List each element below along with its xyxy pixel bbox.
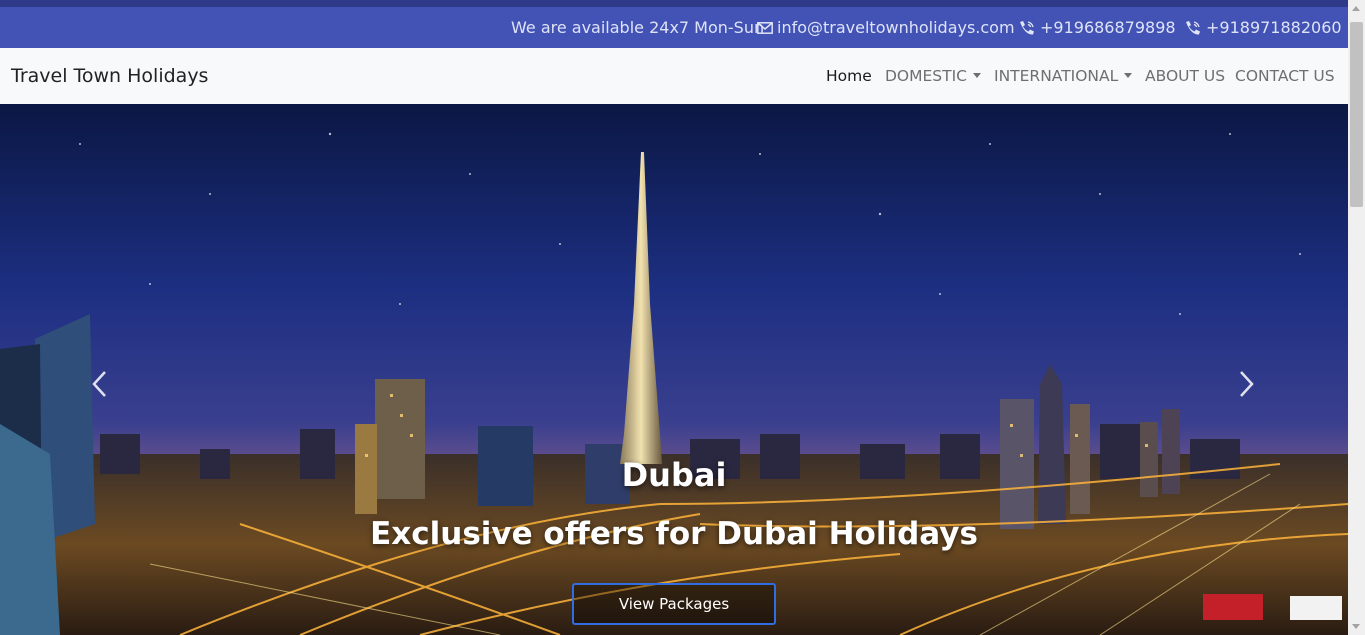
nav-international-dropdown[interactable]: INTERNATIONAL bbox=[994, 67, 1133, 85]
nav-domestic-dropdown[interactable]: DOMESTIC bbox=[885, 67, 982, 85]
carousel-prev-control[interactable] bbox=[88, 369, 112, 399]
nav-international-label: INTERNATIONAL bbox=[994, 67, 1119, 85]
dubai-skyline-image bbox=[0, 104, 1348, 635]
hero-title: Dubai bbox=[621, 456, 727, 494]
nav-home[interactable]: Home bbox=[826, 67, 872, 85]
email-link[interactable]: info@traveltownholidays.com bbox=[757, 18, 1015, 37]
phone-link-2[interactable]: +918971882060 bbox=[1184, 18, 1342, 37]
phone-text-1: +919686879898 bbox=[1040, 18, 1176, 37]
envelope-icon bbox=[757, 21, 773, 34]
chevron-right-icon bbox=[1240, 371, 1254, 397]
nav-domestic-label: DOMESTIC bbox=[885, 67, 968, 85]
caret-down-icon bbox=[1124, 73, 1133, 78]
scroll-up-arrow-icon[interactable] bbox=[1352, 6, 1360, 11]
availability-text: We are available 24x7 Mon-Sun bbox=[511, 18, 765, 37]
email-text: info@traveltownholidays.com bbox=[777, 18, 1015, 37]
scroll-down-arrow-icon[interactable] bbox=[1352, 624, 1360, 629]
caret-down-icon bbox=[973, 73, 982, 78]
contact-bar: We are available 24x7 Mon-Sun info@trave… bbox=[0, 7, 1348, 48]
view-packages-button[interactable]: View Packages bbox=[572, 583, 776, 625]
top-accent-strip bbox=[0, 0, 1348, 7]
scrollbar-thumb[interactable] bbox=[1350, 22, 1363, 207]
nav-about-us[interactable]: ABOUT US bbox=[1145, 67, 1225, 85]
hero-subtitle: Exclusive offers for Dubai Holidays bbox=[370, 516, 978, 552]
brand-logo-text[interactable]: Travel Town Holidays bbox=[11, 65, 208, 87]
phone-icon bbox=[1186, 20, 1200, 35]
chevron-left-icon bbox=[92, 371, 106, 397]
main-navbar: Travel Town Holidays Home DOMESTIC INTER… bbox=[0, 48, 1348, 104]
nav-contact-us[interactable]: CONTACT US bbox=[1235, 67, 1335, 85]
page-scrollbar[interactable] bbox=[1348, 0, 1365, 635]
phone-icon bbox=[1020, 20, 1034, 35]
phone-link-1[interactable]: +919686879898 bbox=[1018, 18, 1176, 37]
carousel-next-control[interactable] bbox=[1234, 369, 1258, 399]
phone-text-2: +918971882060 bbox=[1206, 18, 1342, 37]
hero-carousel: Dubai Exclusive offers for Dubai Holiday… bbox=[0, 104, 1348, 635]
